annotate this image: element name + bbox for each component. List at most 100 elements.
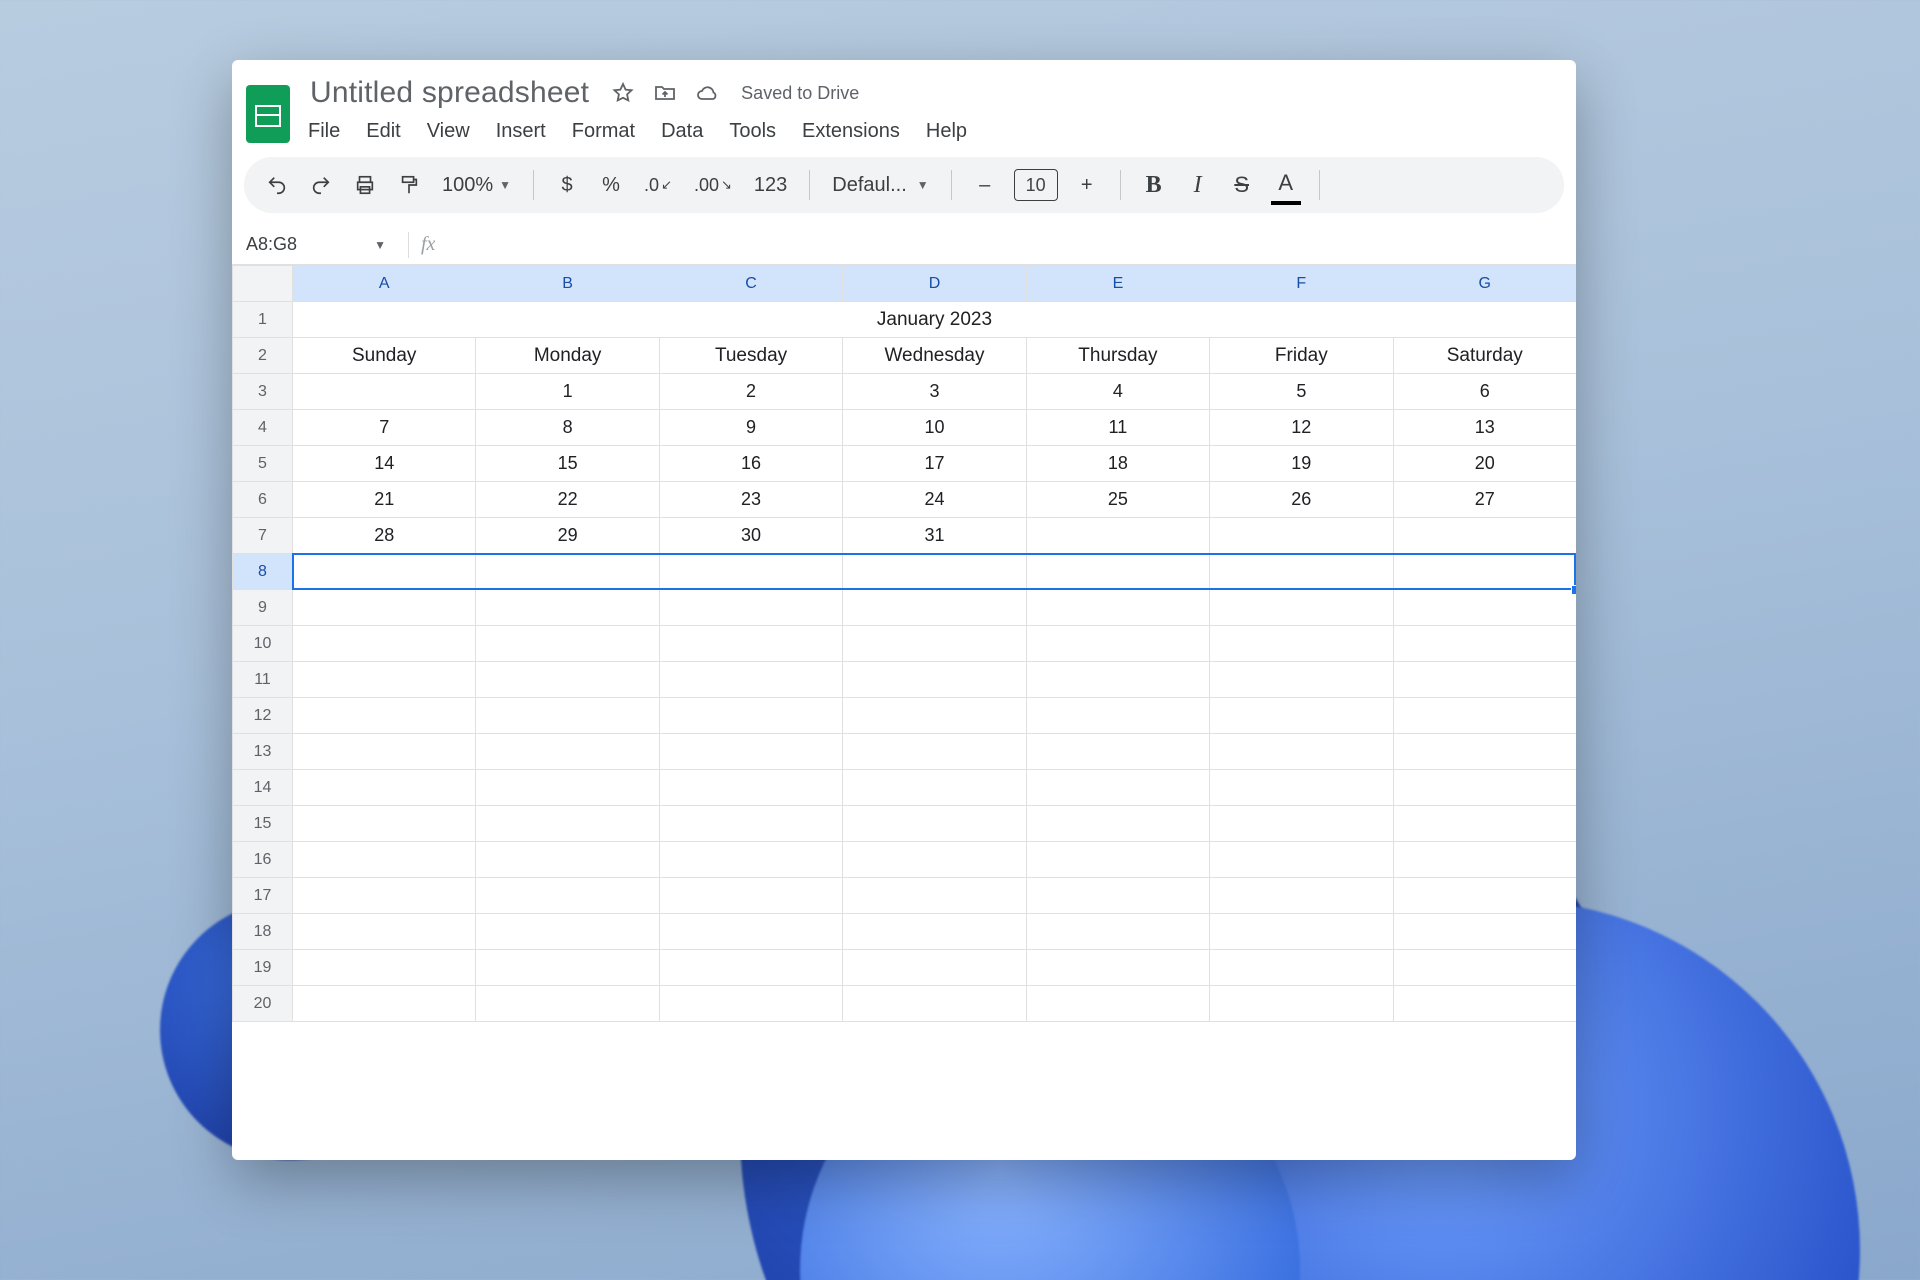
paint-format-icon[interactable]	[394, 167, 424, 203]
cell[interactable]	[293, 986, 476, 1022]
cell[interactable]	[1210, 842, 1393, 878]
cell[interactable]	[293, 878, 476, 914]
cell[interactable]	[293, 698, 476, 734]
row-header[interactable]: 18	[233, 914, 293, 950]
cell[interactable]	[1210, 590, 1393, 626]
cell[interactable]	[843, 554, 1026, 590]
cell[interactable]: 24	[843, 482, 1026, 518]
row-header[interactable]: 2	[233, 338, 293, 374]
cell[interactable]: 8	[476, 410, 659, 446]
menu-file[interactable]: File	[308, 120, 340, 143]
cell[interactable]: 9	[659, 410, 842, 446]
cell[interactable]	[476, 950, 659, 986]
column-header[interactable]: A	[293, 266, 476, 302]
cell[interactable]	[659, 950, 842, 986]
cell[interactable]	[659, 662, 842, 698]
column-header[interactable]: D	[843, 266, 1026, 302]
star-icon[interactable]	[611, 81, 635, 105]
redo-icon[interactable]	[306, 167, 336, 203]
cell[interactable]	[293, 626, 476, 662]
cell[interactable]: 23	[659, 482, 842, 518]
cell[interactable]	[1026, 914, 1209, 950]
cell-day-header[interactable]: Wednesday	[843, 338, 1026, 374]
decrease-font-size-button[interactable]: –	[970, 167, 1000, 203]
cell[interactable]	[476, 842, 659, 878]
cell[interactable]	[1393, 734, 1576, 770]
cell[interactable]: 11	[1026, 410, 1209, 446]
cell[interactable]	[659, 986, 842, 1022]
font-size-input[interactable]: 10	[1014, 169, 1058, 201]
cell[interactable]	[1026, 842, 1209, 878]
cell[interactable]	[843, 698, 1026, 734]
increase-font-size-button[interactable]: +	[1072, 167, 1102, 203]
cell[interactable]	[1210, 734, 1393, 770]
cell[interactable]	[843, 950, 1026, 986]
number-format-123-button[interactable]: 123	[750, 167, 791, 203]
cell[interactable]: 5	[1210, 374, 1393, 410]
row-header[interactable]: 8	[233, 554, 293, 590]
cell[interactable]	[1210, 554, 1393, 590]
percent-format-button[interactable]: %	[596, 167, 626, 203]
cell[interactable]: 10	[843, 410, 1026, 446]
text-color-button[interactable]: A	[1271, 167, 1301, 203]
column-header[interactable]: B	[476, 266, 659, 302]
cell[interactable]: 4	[1026, 374, 1209, 410]
row-header[interactable]: 10	[233, 626, 293, 662]
cell[interactable]	[1393, 878, 1576, 914]
cell[interactable]: 3	[843, 374, 1026, 410]
cell[interactable]	[1026, 770, 1209, 806]
cell[interactable]	[476, 626, 659, 662]
cell[interactable]	[659, 842, 842, 878]
cell[interactable]	[476, 698, 659, 734]
cell[interactable]	[1026, 662, 1209, 698]
increase-decimal-button[interactable]: .00 ↘	[690, 167, 736, 203]
cell-day-header[interactable]: Sunday	[293, 338, 476, 374]
bold-button[interactable]: B	[1139, 167, 1169, 203]
column-header[interactable]: C	[659, 266, 842, 302]
row-header[interactable]: 16	[233, 842, 293, 878]
cell-day-header[interactable]: Friday	[1210, 338, 1393, 374]
cell[interactable]	[293, 374, 476, 410]
row-header[interactable]: 20	[233, 986, 293, 1022]
row-header[interactable]: 5	[233, 446, 293, 482]
cell-day-header[interactable]: Thursday	[1026, 338, 1209, 374]
cell[interactable]	[1393, 914, 1576, 950]
cell[interactable]	[1210, 878, 1393, 914]
cell[interactable]	[659, 770, 842, 806]
cell[interactable]	[476, 554, 659, 590]
cell[interactable]	[476, 734, 659, 770]
row-header[interactable]: 12	[233, 698, 293, 734]
font-family-select[interactable]: Defaul... ▼	[828, 167, 932, 203]
cell[interactable]: 14	[293, 446, 476, 482]
cell[interactable]: 22	[476, 482, 659, 518]
cell[interactable]	[1210, 806, 1393, 842]
cell[interactable]	[476, 662, 659, 698]
cell[interactable]	[1026, 986, 1209, 1022]
row-header[interactable]: 9	[233, 590, 293, 626]
cell[interactable]	[843, 842, 1026, 878]
cell[interactable]	[1393, 554, 1576, 590]
cell[interactable]	[293, 662, 476, 698]
row-header[interactable]: 13	[233, 734, 293, 770]
row-header[interactable]: 19	[233, 950, 293, 986]
formula-input[interactable]	[435, 225, 1562, 264]
cell[interactable]	[1026, 590, 1209, 626]
cell[interactable]: 29	[476, 518, 659, 554]
cell[interactable]	[1026, 518, 1209, 554]
row-header[interactable]: 17	[233, 878, 293, 914]
cell[interactable]: 1	[476, 374, 659, 410]
strikethrough-button[interactable]: S	[1227, 167, 1257, 203]
cell[interactable]: 16	[659, 446, 842, 482]
cell[interactable]: 13	[1393, 410, 1576, 446]
cell[interactable]: 27	[1393, 482, 1576, 518]
cell[interactable]: 6	[1393, 374, 1576, 410]
cell[interactable]	[843, 626, 1026, 662]
cell[interactable]	[476, 770, 659, 806]
currency-format-button[interactable]: $	[552, 167, 582, 203]
cell[interactable]	[1026, 698, 1209, 734]
cell[interactable]	[476, 914, 659, 950]
cell[interactable]	[659, 914, 842, 950]
row-header[interactable]: 6	[233, 482, 293, 518]
cell[interactable]	[293, 842, 476, 878]
cell[interactable]	[1210, 914, 1393, 950]
